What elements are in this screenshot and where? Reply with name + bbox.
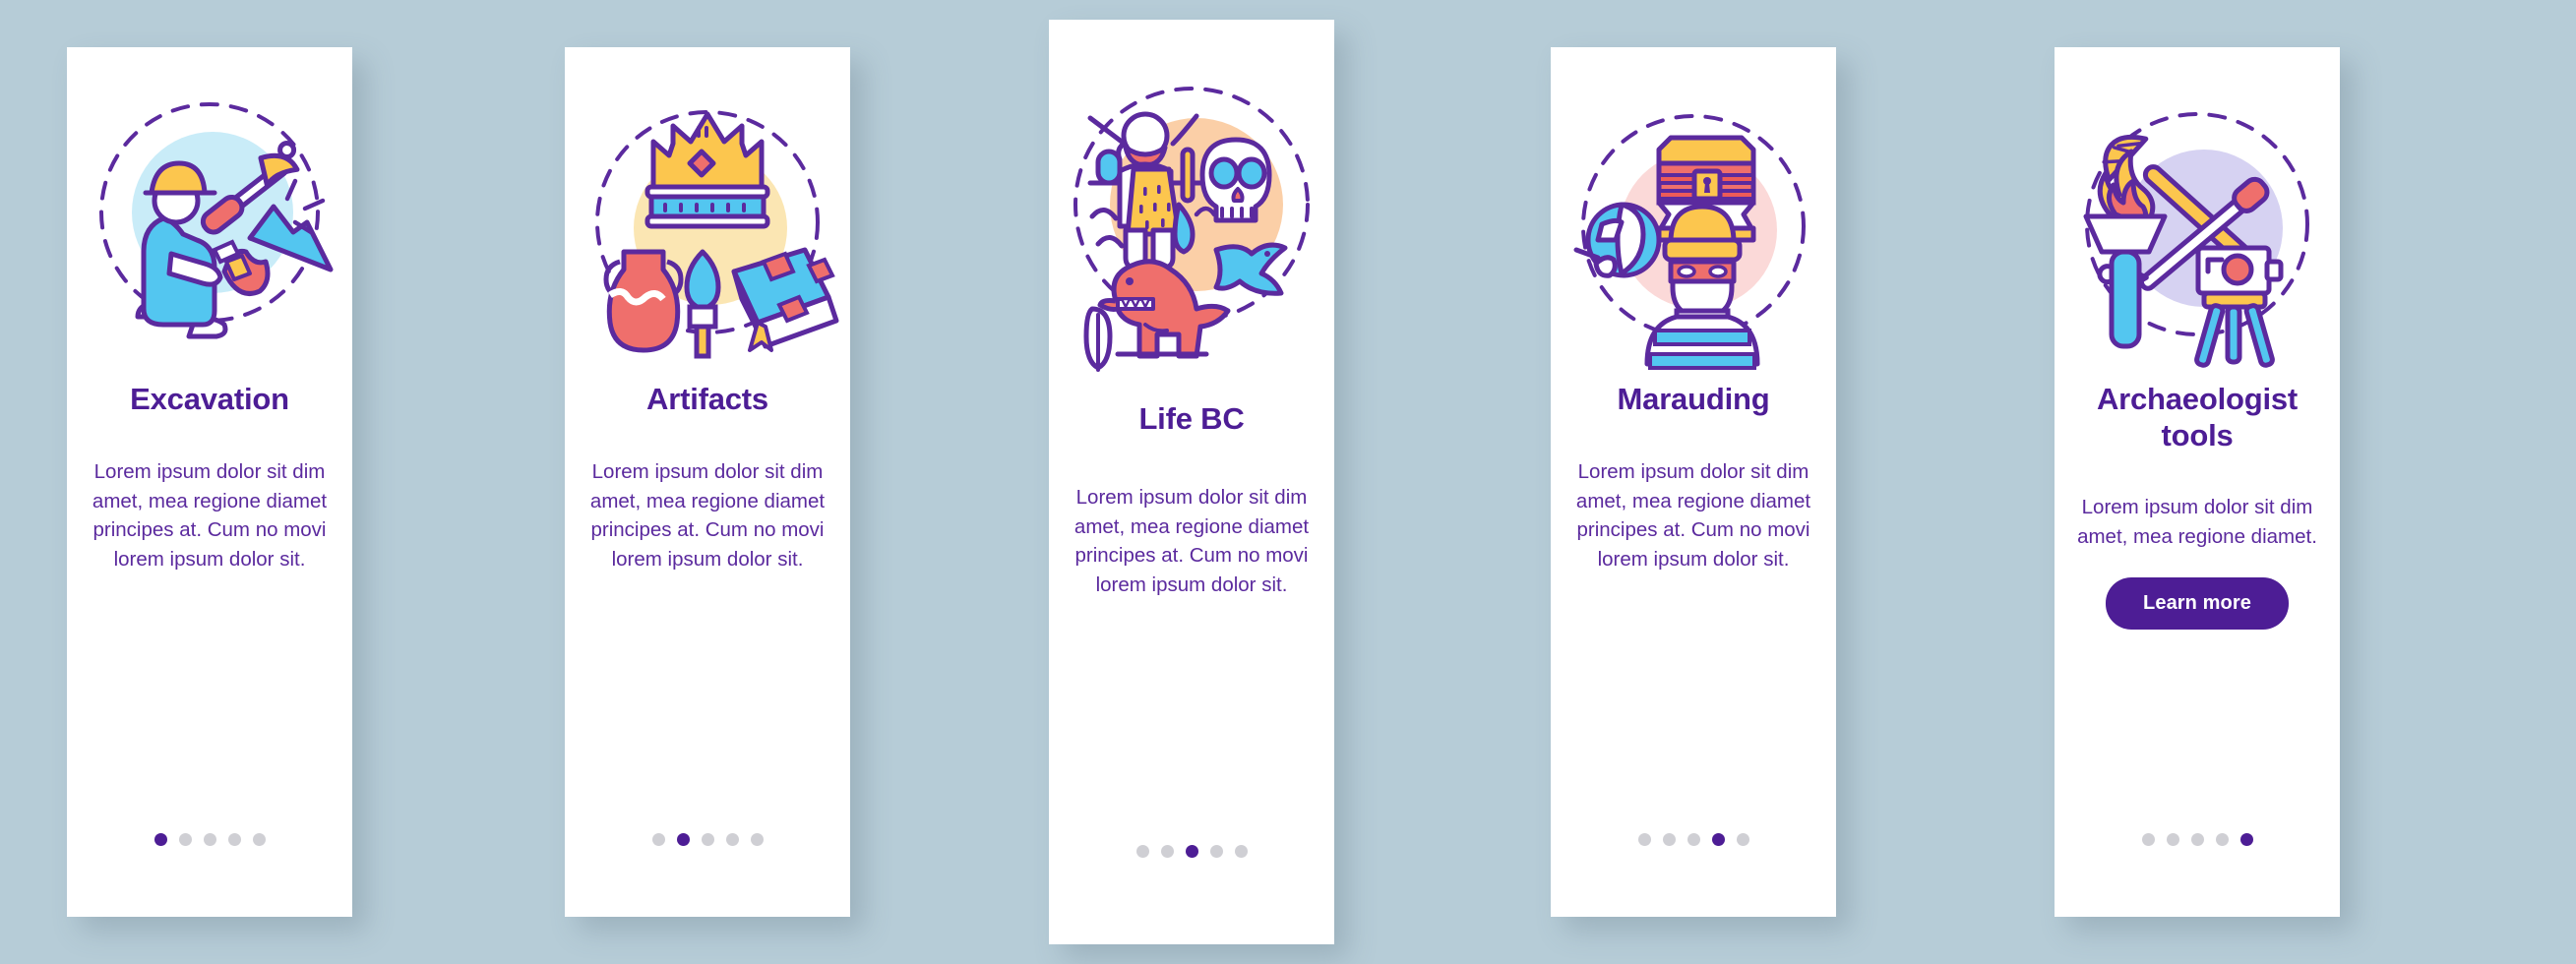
pagination-dot[interactable] xyxy=(701,833,714,846)
card-title: Marauding xyxy=(1617,382,1770,416)
card-title: Life BC xyxy=(1138,401,1245,436)
pagination-dot[interactable] xyxy=(1662,833,1676,846)
card-title: Archaeologist tools xyxy=(2096,382,2299,452)
pagination-dot[interactable] xyxy=(1185,845,1198,858)
card-body-text: Lorem ipsum dolor sit dim amet, mea regi… xyxy=(1073,485,1310,597)
pagination-dot[interactable] xyxy=(676,833,690,846)
pagination-dot[interactable] xyxy=(1711,833,1725,846)
pagination-dots[interactable] xyxy=(1551,833,1836,846)
pagination-dot[interactable] xyxy=(2141,833,2155,846)
pagination-dot[interactable] xyxy=(227,833,241,846)
pagination-dot[interactable] xyxy=(153,833,167,846)
pagination-dot[interactable] xyxy=(1736,833,1749,846)
card-body-text: Lorem ipsum dolor sit dim amet, mea regi… xyxy=(1575,459,1811,572)
pagination-dot[interactable] xyxy=(252,833,266,846)
card-body-text: Lorem ipsum dolor sit dim amet, mea regi… xyxy=(589,459,826,572)
excavation-illustration xyxy=(67,83,352,378)
card-body-text: Lorem ipsum dolor sit dim amet, mea regi… xyxy=(2077,496,2317,549)
card-title: Artifacts xyxy=(646,382,768,416)
onboarding-card-archaeologist-tools[interactable]: Archaeologist tools Lorem ipsum dolor si… xyxy=(2055,47,2340,917)
onboarding-card-excavation[interactable]: Excavation Lorem ipsum dolor sit dim ame… xyxy=(67,47,352,917)
learn-more-button[interactable]: Learn more xyxy=(2106,577,2289,630)
pagination-dot[interactable] xyxy=(203,833,216,846)
card-title: Excavation xyxy=(130,382,289,416)
onboarding-card-life-bc[interactable]: Life BC Lorem ipsum dolor sit dim amet, … xyxy=(1049,20,1334,944)
pagination-dot[interactable] xyxy=(1135,845,1149,858)
onboarding-screens-stage: Excavation Lorem ipsum dolor sit dim ame… xyxy=(0,0,2576,964)
pagination-dot[interactable] xyxy=(178,833,192,846)
pagination-dot[interactable] xyxy=(1160,845,1174,858)
pagination-dot[interactable] xyxy=(651,833,665,846)
pagination-dot[interactable] xyxy=(2166,833,2179,846)
pagination-dot[interactable] xyxy=(2239,833,2253,846)
pagination-dots[interactable] xyxy=(1049,845,1334,858)
onboarding-card-marauding[interactable]: Marauding Lorem ipsum dolor sit dim amet… xyxy=(1551,47,1836,917)
pagination-dot[interactable] xyxy=(1234,845,1248,858)
pagination-dot[interactable] xyxy=(2190,833,2204,846)
life-bc-illustration xyxy=(1049,57,1334,382)
pagination-dot[interactable] xyxy=(750,833,764,846)
marauding-illustration xyxy=(1551,83,1836,378)
artifacts-illustration xyxy=(565,83,850,378)
pagination-dot[interactable] xyxy=(2215,833,2229,846)
pagination-dot[interactable] xyxy=(1687,833,1700,846)
pagination-dots[interactable] xyxy=(565,833,850,846)
card-body-text: Lorem ipsum dolor sit dim amet, mea regi… xyxy=(92,459,328,572)
archaeologist-tools-illustration xyxy=(2055,83,2340,378)
pagination-dot[interactable] xyxy=(1209,845,1223,858)
pagination-dots[interactable] xyxy=(2055,833,2340,846)
pagination-dots[interactable] xyxy=(67,833,352,846)
onboarding-card-artifacts[interactable]: Artifacts Lorem ipsum dolor sit dim amet… xyxy=(565,47,850,917)
pagination-dot[interactable] xyxy=(1637,833,1651,846)
pagination-dot[interactable] xyxy=(725,833,739,846)
